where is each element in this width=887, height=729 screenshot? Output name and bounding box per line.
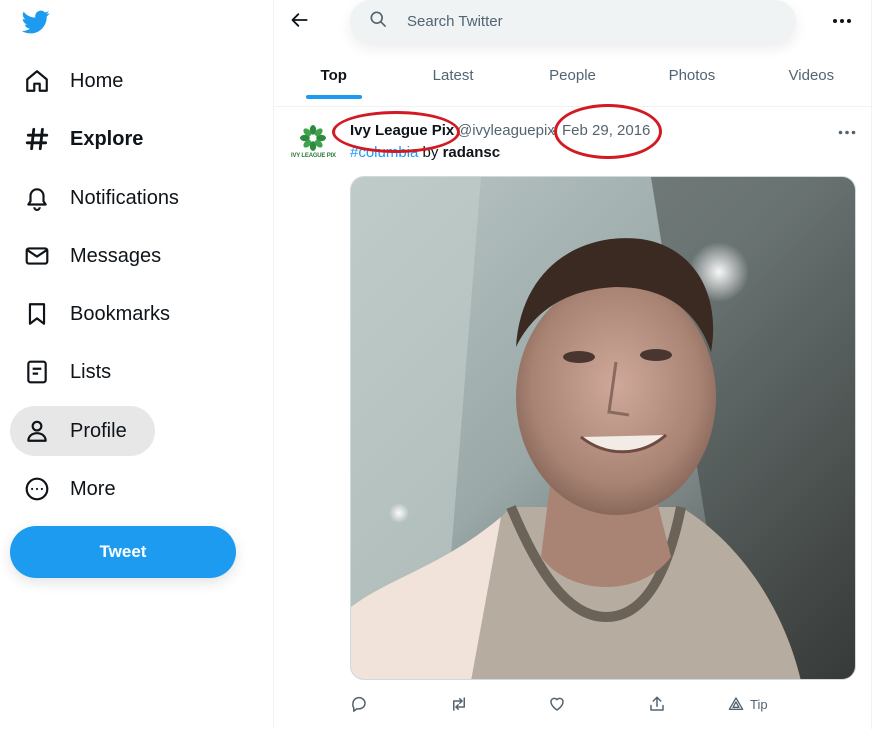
tab-people[interactable]: People	[513, 50, 632, 100]
ellipsis-icon	[838, 130, 856, 134]
tabs-divider	[274, 106, 871, 107]
sidebar-item-label: More	[70, 477, 116, 500]
sidebar-item-label: Profile	[70, 419, 127, 442]
tweet-author-name[interactable]: Ivy League Pix	[350, 122, 454, 139]
retweet-icon	[453, 697, 465, 711]
sidebar-item-label: Explore	[70, 127, 144, 150]
meta-separator: ·	[551, 122, 556, 139]
ellipsis-icon	[833, 19, 851, 23]
tweet-photo-credit: radansc	[442, 144, 501, 161]
bookmark-icon	[24, 301, 50, 327]
sidebar-item-more[interactable]: More	[10, 464, 130, 514]
sidebar-item-bookmarks[interactable]: Bookmarks	[10, 289, 184, 339]
tab-videos[interactable]: Videos	[752, 50, 871, 100]
tip-icon	[728, 697, 744, 710]
tab-active-indicator	[305, 95, 362, 99]
column-divider	[871, 0, 872, 729]
tweet-date[interactable]: Feb 29, 2016	[562, 122, 650, 139]
heart-icon	[550, 697, 564, 711]
tab-label: Videos	[788, 66, 835, 84]
flower-logo-icon	[300, 125, 326, 151]
tab-top[interactable]: Top	[274, 50, 393, 100]
tab-latest[interactable]: Latest	[393, 50, 512, 100]
reply-button[interactable]	[350, 694, 368, 714]
tweet-actions: Tip	[350, 694, 790, 714]
tab-photos[interactable]: Photos	[632, 50, 751, 100]
sidebar-item-label: Home	[70, 69, 124, 92]
search-input[interactable]	[407, 12, 767, 30]
tweet-text: #columbia by radansc	[350, 144, 500, 161]
tab-label: Latest	[432, 66, 474, 84]
more-circle-icon	[24, 476, 50, 502]
envelope-icon	[24, 243, 50, 269]
hashtag-link[interactable]: #columbia	[350, 144, 418, 161]
tweet-photo[interactable]	[350, 176, 856, 680]
column-divider	[273, 0, 274, 729]
share-button[interactable]	[648, 694, 666, 714]
back-button[interactable]	[286, 6, 314, 34]
sidebar-item-notifications[interactable]: Notifications	[10, 173, 193, 223]
tip-label: Tip	[750, 696, 768, 712]
tweet-more-button[interactable]	[834, 122, 860, 142]
sidebar-item-label: Notifications	[70, 186, 179, 209]
tab-label: People	[549, 66, 596, 84]
avatar-logo-text: IVY LEAGUE PIX	[291, 153, 336, 159]
home-icon	[24, 68, 50, 94]
like-button[interactable]	[548, 694, 566, 714]
tweet-button[interactable]: Tweet	[10, 526, 236, 578]
avatar[interactable]: IVY LEAGUE PIX	[291, 124, 336, 164]
tab-label: Photos	[668, 66, 716, 84]
selfie-photo	[351, 177, 855, 679]
tweet-author-handle[interactable]: @ivyleaguepix	[457, 122, 555, 139]
person-icon	[24, 418, 50, 444]
sidebar-item-label: Bookmarks	[70, 302, 171, 325]
sidebar-item-lists[interactable]: Lists	[10, 347, 125, 397]
sidebar-item-label: Lists	[70, 360, 112, 383]
tab-label: Top	[320, 66, 347, 84]
reply-icon	[352, 696, 366, 712]
sidebar: Home Explore Notifications Messages Book…	[0, 0, 273, 729]
tweet-text-by: by	[422, 144, 439, 161]
retweet-button[interactable]	[449, 694, 469, 714]
arrow-left-icon	[291, 13, 308, 27]
header-more-button[interactable]	[828, 8, 856, 34]
search-icon	[368, 9, 388, 34]
search-bar[interactable]	[350, 0, 796, 42]
share-icon	[650, 696, 664, 711]
tip-button[interactable]: Tip	[728, 694, 768, 714]
sidebar-item-explore[interactable]: Explore	[10, 114, 157, 164]
twitter-bird-icon[interactable]	[20, 8, 52, 36]
sidebar-item-home[interactable]: Home	[10, 56, 137, 106]
bell-icon	[24, 185, 50, 211]
search-tabs: Top Latest People Photos Videos	[274, 50, 871, 100]
hashtag-icon	[24, 126, 50, 152]
sidebar-item-label: Messages	[70, 244, 162, 267]
sidebar-item-profile[interactable]: Profile	[10, 406, 155, 456]
sidebar-item-messages[interactable]: Messages	[10, 231, 175, 281]
list-icon	[24, 359, 50, 385]
